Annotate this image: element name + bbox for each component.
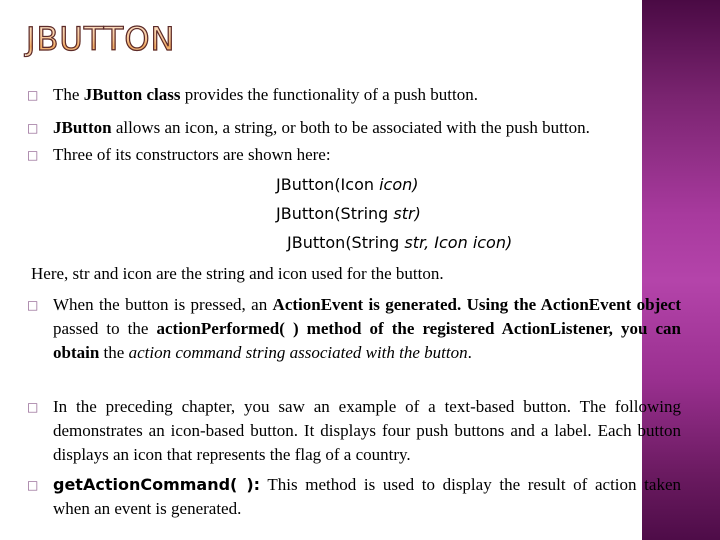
slide-title: JBUTTON <box>25 19 176 58</box>
text: passed to the <box>53 319 157 338</box>
code-italic: str, Icon icon) <box>404 233 513 252</box>
hollow-square-bullet-icon: □ <box>27 148 39 162</box>
constructor-icon: JButton(Icon icon) <box>276 175 419 194</box>
hollow-square-bullet-icon: □ <box>27 400 39 414</box>
bold-text: JButton class <box>83 85 181 104</box>
italic-text: action command string associated with th… <box>128 343 468 362</box>
hollow-square-bullet-icon: □ <box>27 121 39 135</box>
text: Three of its constructors are shown here… <box>53 145 331 164</box>
constructor-string: JButton(String str) <box>276 204 421 223</box>
text: When the button is pressed, an <box>53 295 273 314</box>
bullet-get-action-command: getActionCommand( ): This method is used… <box>53 473 681 521</box>
code-text: JButton(String <box>276 204 394 223</box>
method-name: getActionCommand( ): <box>53 475 261 494</box>
hollow-square-bullet-icon: □ <box>27 298 39 312</box>
bold-text: JButton <box>53 118 112 137</box>
constructor-string-icon: JButton(String str, Icon icon) <box>287 233 512 252</box>
text: allows an icon, a string, or both to be … <box>111 118 590 137</box>
text: The <box>53 85 84 104</box>
bullet-preceding-chapter: In the preceding chapter, you saw an exa… <box>53 397 681 464</box>
bullet-constructors: Three of its constructors are shown here… <box>53 143 331 167</box>
code-italic: str) <box>393 204 421 223</box>
code-italic: icon) <box>379 175 419 194</box>
text: . <box>467 343 472 362</box>
code-text: JButton(String <box>287 233 405 252</box>
note-text: Here, str and icon are the string and ic… <box>31 264 444 283</box>
bullet-action-event: When the button is pressed, an ActionEve… <box>53 293 681 365</box>
bold-text: ActionEvent is generated. Using the Acti… <box>272 295 681 314</box>
bullet-jbutton-class: The JButton class provides the functiona… <box>53 83 478 107</box>
hollow-square-bullet-icon: □ <box>27 478 39 492</box>
bullet-jbutton-allows: JButton allows an icon, a string, or bot… <box>53 116 590 140</box>
text: provides the functionality of a push but… <box>180 85 478 104</box>
text: the <box>99 343 129 362</box>
hollow-square-bullet-icon: □ <box>27 88 39 102</box>
code-text: JButton(Icon <box>276 175 380 194</box>
